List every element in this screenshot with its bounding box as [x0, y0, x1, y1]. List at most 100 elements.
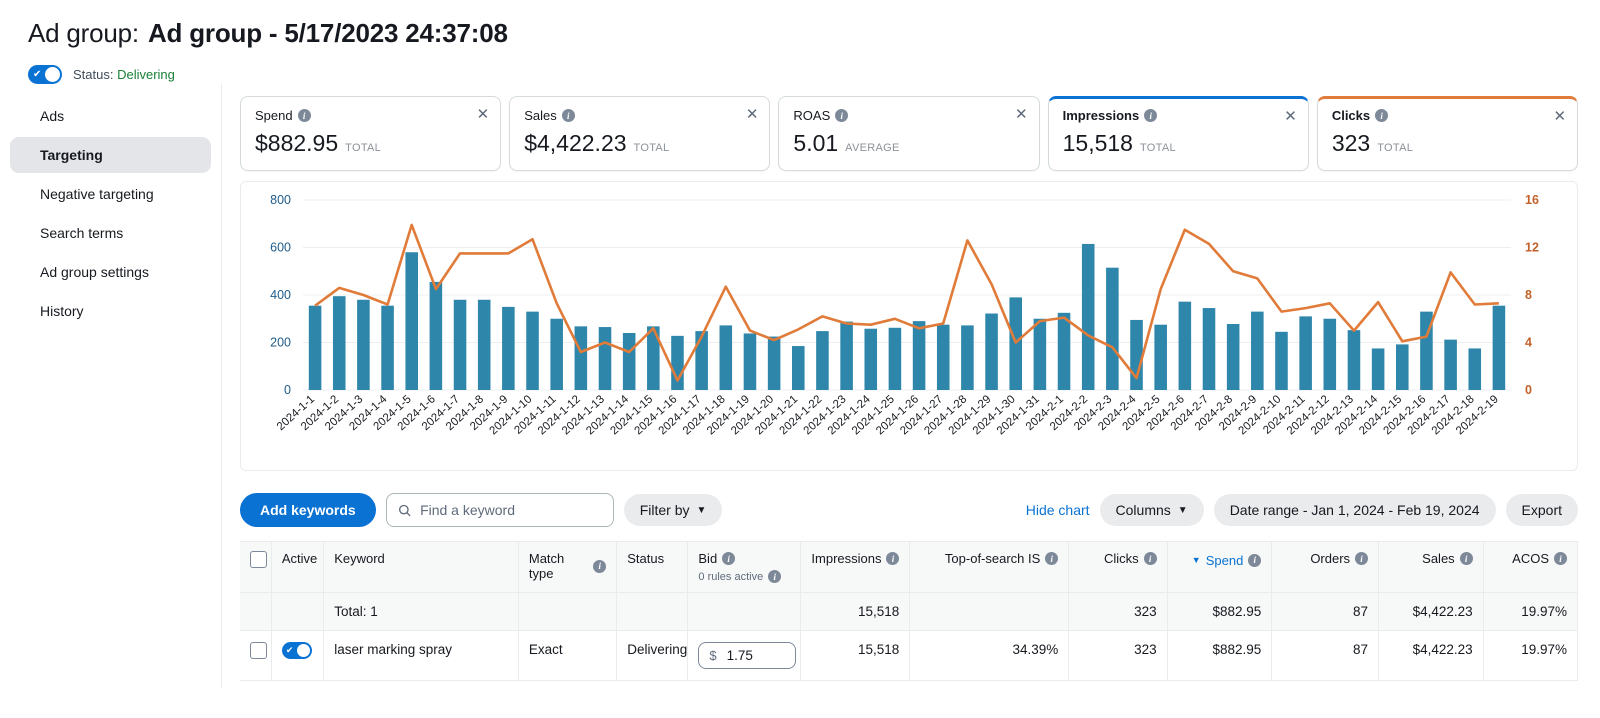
table-header-active[interactable]: Active [271, 541, 325, 593]
close-icon[interactable]: ✕ [477, 107, 490, 122]
metric-card-label-text: Sales [524, 108, 557, 123]
row-active-cell[interactable]: ✔ [271, 630, 325, 681]
total-status-cell [616, 592, 689, 631]
table-header-label: Keyword [334, 551, 385, 566]
metric-card-label: ROAS i [793, 108, 1024, 123]
row-bid-cell[interactable]: $ 1.75 [687, 630, 802, 681]
table-header-status[interactable]: Status [616, 541, 689, 593]
table-header-clicks[interactable]: Clicks i [1068, 541, 1168, 593]
info-icon[interactable]: i [1045, 552, 1059, 565]
table-header-sales[interactable]: Sales i [1378, 541, 1484, 593]
metric-card-unit: TOTAL [633, 142, 670, 154]
chevron-down-icon: ▼ [696, 504, 707, 516]
table-header-acos[interactable]: ACOS i [1483, 541, 1579, 593]
ad-group-status-toggle[interactable]: ✔ [28, 65, 62, 84]
svg-text:200: 200 [270, 336, 291, 350]
total-acos-cell: 19.97% [1483, 592, 1579, 631]
metric-card-spend[interactable]: Spend i ✕ $882.95 TOTAL [240, 96, 502, 171]
metric-card-label-text: ROAS [793, 108, 831, 123]
row-match-type-cell: Exact [518, 630, 618, 681]
add-keywords-button[interactable]: Add keywords [240, 493, 376, 527]
info-icon[interactable]: i [886, 552, 900, 565]
total-active-cell [271, 592, 325, 631]
table-header-label: Impressions [811, 551, 882, 566]
table-header-select[interactable] [240, 541, 272, 593]
keyword-active-toggle[interactable]: ✔ [281, 642, 312, 659]
sidebar-item-negative-targeting[interactable]: Negative targeting [10, 176, 211, 212]
date-range-button[interactable]: Date range - Jan 1, 2024 - Feb 19, 2024 [1213, 494, 1496, 526]
check-icon: ✔ [285, 645, 294, 655]
filter-by-button[interactable]: Filter by ▼ [623, 494, 723, 526]
metric-cards: Spend i ✕ $882.95 TOTAL Sales i ✕ $4,422… [240, 96, 1579, 171]
search-icon [398, 504, 411, 516]
info-icon[interactable]: i [722, 552, 736, 565]
row-spend-cell: $882.95 [1167, 630, 1273, 681]
metric-card-label: Spend i [255, 108, 486, 123]
sidebar-item-targeting[interactable]: Targeting [10, 137, 211, 173]
table-header-match-type[interactable]: Match type i [518, 541, 618, 593]
info-icon[interactable]: i [561, 109, 575, 122]
info-icon[interactable]: i [1355, 552, 1369, 565]
table-header-orders[interactable]: Orders i [1271, 541, 1380, 593]
metric-card-roas[interactable]: ROAS i ✕ 5.01 AVERAGE [778, 96, 1040, 171]
main-content: Spend i ✕ $882.95 TOTAL Sales i ✕ $4,422… [222, 84, 1600, 688]
info-icon[interactable]: i [593, 559, 607, 573]
svg-text:4: 4 [1525, 336, 1532, 350]
metric-card-value: 5.01 AVERAGE [793, 130, 1024, 157]
row-select-cell[interactable] [240, 630, 272, 681]
metric-card-sales[interactable]: Sales i ✕ $4,422.23 TOTAL [509, 96, 771, 171]
close-icon[interactable]: ✕ [1553, 109, 1566, 124]
select-all-checkbox[interactable] [250, 551, 267, 568]
table-header-impressions[interactable]: Impressions i [800, 541, 911, 593]
info-icon[interactable]: i [1144, 109, 1158, 122]
info-icon[interactable]: i [1248, 553, 1262, 567]
sort-descending-icon: ▼ [1191, 555, 1201, 565]
table-header-top-of-search-is[interactable]: Top-of-search IS i [909, 541, 1070, 593]
close-icon[interactable]: ✕ [746, 107, 759, 122]
info-icon[interactable]: i [1554, 552, 1567, 565]
total-sales-cell: $4,422.23 [1378, 592, 1484, 631]
close-icon[interactable]: ✕ [1015, 107, 1028, 122]
bid-rules-note: 0 rules active i [698, 570, 790, 583]
performance-chart: 0 200 400 600 800 0 4 8 12 16 2024-1-1 2024-1-2 2024… [240, 181, 1578, 471]
metric-card-impressions[interactable]: Impressions i ✕ 15,518 TOTAL [1047, 96, 1309, 171]
table-header-label: Orders [1310, 551, 1351, 566]
bid-currency-symbol: $ [709, 648, 717, 663]
metric-card-value: 15,518 TOTAL [1063, 130, 1294, 157]
table-header-label: Status [627, 551, 665, 566]
row-keyword-cell: laser marking spray [323, 630, 519, 681]
columns-button[interactable]: Columns ▼ [1099, 494, 1204, 526]
table-total-row: Total: 1 15,518 323 $882.95 87 $4,422.23… [240, 592, 1579, 631]
table-header-spend[interactable]: ▼ Spend i [1167, 541, 1273, 593]
filter-by-label: Filter by [639, 502, 690, 518]
info-icon[interactable]: i [1375, 109, 1389, 122]
bid-value[interactable]: 1.75 [727, 648, 753, 663]
info-icon[interactable]: i [835, 109, 849, 122]
close-icon[interactable]: ✕ [1284, 109, 1297, 124]
page-header: Ad group: Ad group - 5/17/2023 24:37:08 … [0, 0, 1600, 84]
page-title-main: Ad group - 5/17/2023 24:37:08 [147, 18, 508, 48]
bid-rules-text: 0 rules active [698, 570, 764, 583]
table-row[interactable]: ✔ laser marking spray Exact Delivering $… [240, 630, 1579, 681]
row-checkbox[interactable] [250, 642, 267, 659]
row-orders-cell: 87 [1271, 630, 1380, 681]
hide-chart-button[interactable]: Hide chart [1026, 502, 1090, 518]
table-header-bid[interactable]: Bid i 0 rules active i [687, 541, 802, 593]
info-icon[interactable]: i [768, 570, 782, 583]
metric-card-clicks[interactable]: Clicks i ✕ 323 TOTAL [1316, 96, 1579, 171]
metric-card-value-text: 323 [1331, 130, 1371, 156]
total-top-of-search-is-cell [909, 592, 1070, 631]
sidebar-item-search-terms[interactable]: Search terms [10, 215, 211, 251]
sidebar-item-ads[interactable]: Ads [10, 98, 211, 134]
sidebar-item-ad-group-settings[interactable]: Ad group settings [10, 254, 211, 290]
table-header-keyword[interactable]: Keyword [323, 541, 519, 593]
export-button[interactable]: Export [1505, 494, 1578, 526]
bid-input[interactable]: $ 1.75 [698, 642, 797, 669]
total-select-cell [240, 592, 272, 631]
search-box[interactable] [385, 493, 614, 527]
info-icon[interactable]: i [1459, 552, 1473, 565]
info-icon[interactable]: i [1143, 552, 1157, 565]
info-icon[interactable]: i [297, 109, 311, 122]
sidebar-item-history[interactable]: History [10, 293, 211, 329]
search-input[interactable] [420, 502, 602, 518]
